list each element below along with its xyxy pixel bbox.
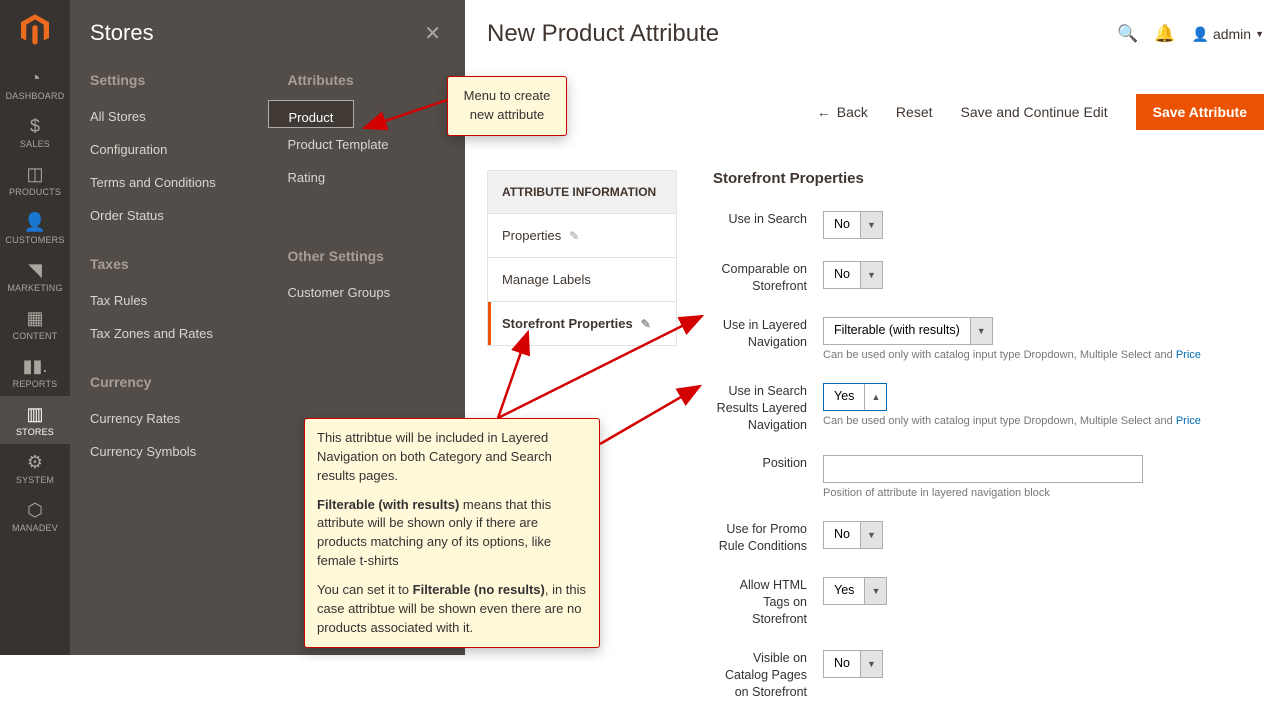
chevron-down-icon: ▼ xyxy=(864,578,886,604)
group-attributes: Attributes xyxy=(288,72,446,88)
box-icon: ◫ xyxy=(26,164,43,185)
rail-customers[interactable]: 👤CUSTOMERS xyxy=(0,204,70,252)
flyout-title: Stores xyxy=(90,20,154,46)
reset-button[interactable]: Reset xyxy=(896,104,933,120)
label-comparable: Comparable on Storefront xyxy=(713,261,823,295)
close-icon[interactable]: ✕ xyxy=(424,21,441,46)
rail-stores[interactable]: ▥STORES xyxy=(0,396,70,444)
label-position: Position xyxy=(713,455,823,472)
save-attribute-button[interactable]: Save Attribute xyxy=(1136,94,1264,130)
dollar-icon: $ xyxy=(30,116,40,137)
callout-explain: This attribtue will be included in Layer… xyxy=(304,418,600,648)
hexagon-icon: ⬡ xyxy=(27,500,43,521)
layout-icon: ▦ xyxy=(26,308,43,329)
label-visible-catalog: Visible on Catalog Pages on Storefront xyxy=(713,650,823,701)
label-search-layered: Use in Search Results Layered Navigation xyxy=(713,383,823,434)
link-tax-zones[interactable]: Tax Zones and Rates xyxy=(90,317,248,350)
megaphone-icon: ◥ xyxy=(28,260,42,281)
select-layered-nav[interactable]: Filterable (with results)▼ xyxy=(823,317,993,345)
arrow-left-icon: ← xyxy=(817,104,831,120)
group-other: Other Settings xyxy=(288,248,446,264)
chevron-down-icon: ▼ xyxy=(970,318,992,344)
gear-icon: ⚙ xyxy=(27,452,43,473)
help-position: Position of attribute in layered navigat… xyxy=(823,487,1254,499)
chevron-down-icon: ▼ xyxy=(860,522,882,548)
pencil-icon: ✎ xyxy=(641,317,651,331)
magento-logo xyxy=(0,0,70,60)
rail-sales[interactable]: $SALES xyxy=(0,108,70,156)
select-use-in-search[interactable]: No▼ xyxy=(823,211,883,239)
select-comparable[interactable]: No▼ xyxy=(823,261,883,289)
label-html-tags: Allow HTML Tags on Storefront xyxy=(713,577,823,628)
rail-system[interactable]: ⚙SYSTEM xyxy=(0,444,70,492)
person-icon: 👤 xyxy=(24,212,46,233)
back-button[interactable]: ←Back xyxy=(817,104,868,120)
chevron-down-icon: ▼ xyxy=(860,262,882,288)
link-all-stores[interactable]: All Stores xyxy=(90,100,248,133)
search-icon[interactable]: 🔍 xyxy=(1117,24,1138,44)
link-customer-groups[interactable]: Customer Groups xyxy=(288,276,446,309)
link-price[interactable]: Price xyxy=(1176,415,1201,427)
group-currency: Currency xyxy=(90,374,248,390)
rail-dashboard[interactable]: ◔DASHBOARD xyxy=(0,60,70,108)
chevron-down-icon: ▼ xyxy=(860,212,882,238)
help-search-layered: Can be used only with catalog input type… xyxy=(823,415,1254,427)
gauge-icon: ◔ xyxy=(30,68,41,89)
link-configuration[interactable]: Configuration xyxy=(90,133,248,166)
link-rating[interactable]: Rating xyxy=(288,161,446,194)
link-currency-rates[interactable]: Currency Rates xyxy=(90,402,248,435)
chevron-up-icon: ▲ xyxy=(864,384,886,410)
link-order-status[interactable]: Order Status xyxy=(90,199,248,232)
select-visible-catalog[interactable]: No▼ xyxy=(823,650,883,678)
select-html-tags[interactable]: Yes▼ xyxy=(823,577,887,605)
pencil-icon: ✎ xyxy=(569,229,579,243)
label-layered-nav: Use in Layered Navigation xyxy=(713,317,823,351)
select-search-layered[interactable]: Yes▲ xyxy=(823,383,887,411)
attr-info-header: ATTRIBUTE INFORMATION xyxy=(487,170,677,214)
page-title: New Product Attribute xyxy=(487,20,719,48)
help-layered-nav: Can be used only with catalog input type… xyxy=(823,349,1254,361)
store-icon: ▥ xyxy=(26,404,43,425)
tab-properties[interactable]: Properties✎ xyxy=(488,214,676,258)
storefront-heading: Storefront Properties xyxy=(713,170,1254,187)
callout-menu: Menu to create new attribute xyxy=(447,76,567,136)
group-settings: Settings xyxy=(90,72,248,88)
link-terms[interactable]: Terms and Conditions xyxy=(90,166,248,199)
link-product-template[interactable]: Product Template xyxy=(288,128,446,161)
save-continue-button[interactable]: Save and Continue Edit xyxy=(961,104,1108,120)
tab-storefront-properties[interactable]: Storefront Properties✎ xyxy=(488,302,676,345)
rail-reports[interactable]: ▮▮.REPORTS xyxy=(0,348,70,396)
chevron-down-icon: ▼ xyxy=(1255,29,1264,39)
group-taxes: Taxes xyxy=(90,256,248,272)
chart-icon: ▮▮. xyxy=(23,356,48,377)
rail-manadev[interactable]: ⬡MANADEV xyxy=(0,492,70,540)
user-menu[interactable]: 👤 admin ▼ xyxy=(1192,26,1265,43)
label-use-in-search: Use in Search xyxy=(713,211,823,228)
link-price[interactable]: Price xyxy=(1176,349,1201,361)
select-promo[interactable]: No▼ xyxy=(823,521,883,549)
link-tax-rules[interactable]: Tax Rules xyxy=(90,284,248,317)
tab-manage-labels[interactable]: Manage Labels xyxy=(488,258,676,302)
link-currency-symbols[interactable]: Currency Symbols xyxy=(90,435,248,468)
rail-content[interactable]: ▦CONTENT xyxy=(0,300,70,348)
label-promo: Use for Promo Rule Conditions xyxy=(713,521,823,555)
link-product[interactable]: Product xyxy=(268,100,355,128)
rail-products[interactable]: ◫PRODUCTS xyxy=(0,156,70,204)
input-position[interactable] xyxy=(823,455,1143,483)
bell-icon[interactable]: 🔔 xyxy=(1154,24,1175,44)
rail-marketing[interactable]: ◥MARKETING xyxy=(0,252,70,300)
